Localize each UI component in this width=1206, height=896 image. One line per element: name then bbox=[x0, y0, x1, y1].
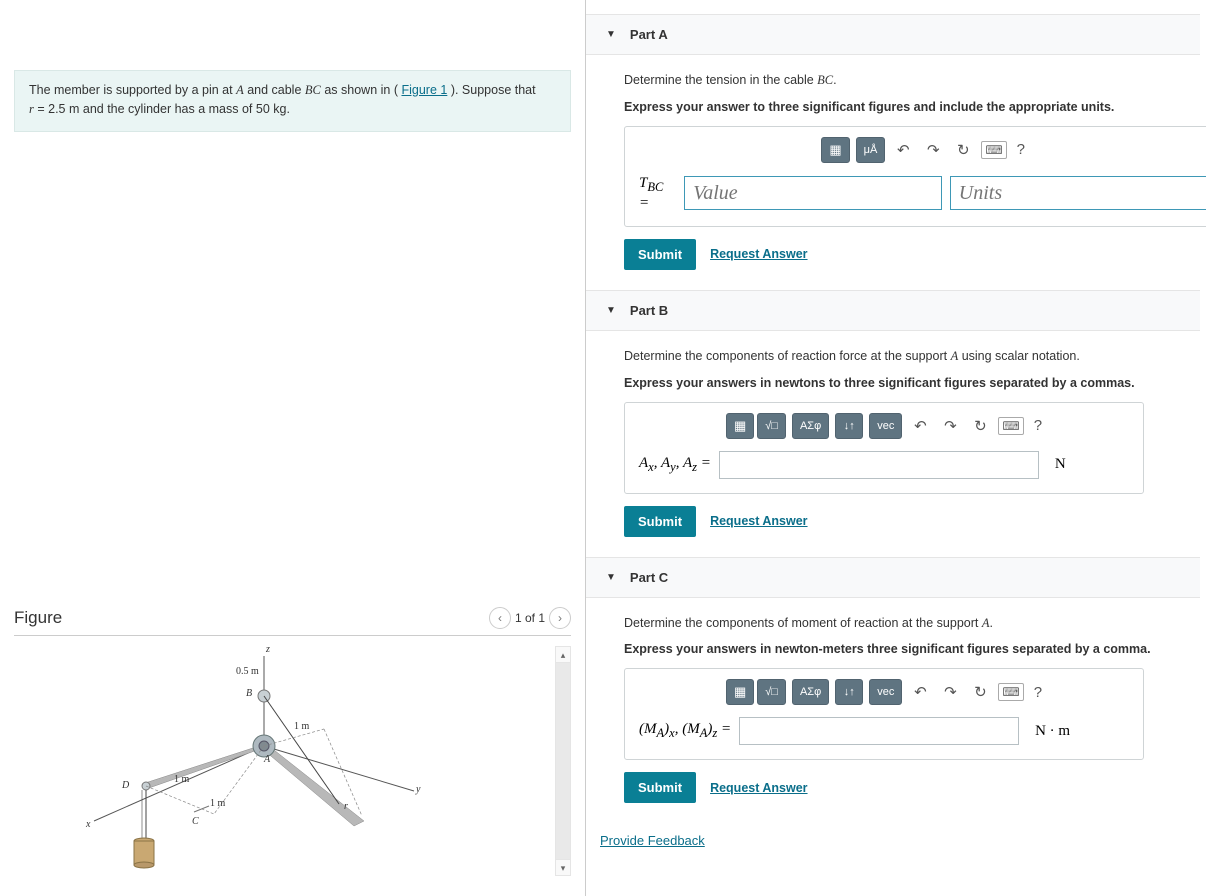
scroll-up-icon[interactable]: ▴ bbox=[556, 647, 570, 663]
part-b-unit: N bbox=[1055, 456, 1066, 473]
reset-icon[interactable]: ↻ bbox=[968, 680, 992, 704]
vec-button[interactable]: vec bbox=[869, 413, 902, 439]
figure-prev-button[interactable]: ‹ bbox=[489, 607, 511, 629]
part-a-value-input[interactable] bbox=[684, 176, 942, 210]
point-b: B bbox=[246, 688, 252, 699]
part-b-header[interactable]: ▼ Part B bbox=[586, 290, 1200, 331]
part-a-submit-button[interactable]: Submit bbox=[624, 239, 696, 270]
part-b-value-input[interactable] bbox=[719, 451, 1039, 479]
keyboard-icon[interactable]: ⌨ bbox=[998, 683, 1023, 701]
point-d: D bbox=[122, 780, 129, 791]
axis-label-z: z bbox=[266, 644, 270, 655]
scroll-down-icon[interactable]: ▾ bbox=[556, 859, 570, 875]
axis-label-x: x bbox=[86, 819, 90, 830]
problem-text-segment: and cable bbox=[247, 83, 305, 97]
keyboard-icon[interactable]: ⌨ bbox=[998, 417, 1023, 435]
part-b-submit-button[interactable]: Submit bbox=[624, 506, 696, 537]
part-b: ▼ Part B Determine the components of rea… bbox=[586, 290, 1200, 543]
dim-half-m: 0.5 m bbox=[236, 666, 259, 677]
reset-icon[interactable]: ↻ bbox=[951, 138, 975, 162]
dim-1m-c: 1 m bbox=[210, 798, 225, 809]
provide-feedback-link[interactable]: Provide Feedback bbox=[600, 833, 705, 848]
point-a: A bbox=[264, 754, 270, 765]
figure-heading: Figure bbox=[14, 608, 62, 628]
part-c-prompt: Determine the components of moment of re… bbox=[624, 614, 1172, 633]
help-icon[interactable]: ? bbox=[1034, 684, 1042, 701]
problem-text-segment: ). Suppose that bbox=[451, 83, 536, 97]
caret-down-icon: ▼ bbox=[606, 305, 616, 316]
dim-r: r bbox=[344, 801, 348, 812]
part-b-var-label: Ax, Ay, Az = bbox=[639, 455, 711, 475]
part-c-unit: N · m bbox=[1035, 723, 1070, 740]
sub-sup-button[interactable]: ↓↑ bbox=[835, 413, 863, 439]
part-a-header[interactable]: ▼ Part A bbox=[586, 14, 1200, 55]
figure-diagram: z 0.5 m B 1 m D 1 m A 1 m y x C r bbox=[64, 646, 464, 876]
part-c-title: Part C bbox=[630, 570, 668, 585]
redo-icon[interactable]: ↷ bbox=[938, 414, 962, 438]
greek-menu-button[interactable]: ΑΣφ bbox=[792, 413, 829, 439]
part-c: ▼ Part C Determine the components of mom… bbox=[586, 557, 1200, 810]
vec-button[interactable]: vec bbox=[869, 679, 902, 705]
dim-1m-b: 1 m bbox=[174, 774, 189, 785]
part-b-instructions: Express your answers in newtons to three… bbox=[624, 376, 1172, 390]
problem-text-segment: The member is supported by a pin at bbox=[29, 83, 236, 97]
part-a-answerbox: μÅ ↶ ↷ ↻ ⌨ ? TBC = bbox=[624, 126, 1206, 227]
help-icon[interactable]: ? bbox=[1034, 417, 1042, 434]
part-a-request-answer-link[interactable]: Request Answer bbox=[710, 247, 807, 261]
part-a-var-label: TBC = bbox=[639, 175, 676, 212]
figure-nav-text: 1 of 1 bbox=[515, 611, 545, 625]
part-c-var-label: (MA)x, (MA)z = bbox=[639, 721, 731, 741]
part-a: ▼ Part A Determine the tension in the ca… bbox=[586, 14, 1200, 276]
axis-label-y: y bbox=[416, 784, 420, 795]
units-menu-button[interactable]: μÅ bbox=[856, 137, 886, 163]
dim-1m-a: 1 m bbox=[294, 721, 309, 732]
sqrt-icon[interactable]: √□ bbox=[757, 413, 786, 439]
redo-icon[interactable]: ↷ bbox=[921, 138, 945, 162]
reset-icon[interactable]: ↻ bbox=[968, 414, 992, 438]
figure-scrollbar[interactable]: ▴ ▾ bbox=[555, 646, 571, 876]
part-a-prompt: Determine the tension in the cable BC. bbox=[624, 71, 1172, 90]
templates-icon[interactable] bbox=[726, 679, 754, 705]
caret-down-icon: ▼ bbox=[606, 29, 616, 40]
figure-next-button[interactable]: › bbox=[549, 607, 571, 629]
redo-icon[interactable]: ↷ bbox=[938, 680, 962, 704]
part-a-units-input[interactable] bbox=[950, 176, 1206, 210]
figure-link[interactable]: Figure 1 bbox=[401, 83, 447, 97]
undo-icon[interactable]: ↶ bbox=[891, 138, 915, 162]
part-b-request-answer-link[interactable]: Request Answer bbox=[710, 514, 807, 528]
part-b-title: Part B bbox=[630, 303, 668, 318]
part-c-value-input[interactable] bbox=[739, 717, 1019, 745]
part-c-instructions: Express your answers in newton-meters th… bbox=[624, 642, 1172, 656]
part-c-submit-button[interactable]: Submit bbox=[624, 772, 696, 803]
templates-icon[interactable] bbox=[726, 413, 754, 439]
sub-sup-button[interactable]: ↓↑ bbox=[835, 679, 863, 705]
part-b-answerbox: √□ ΑΣφ ↓↑ vec ↶ ↷ ↻ ⌨ ? Ax, Ay, Az = bbox=[624, 402, 1144, 494]
undo-icon[interactable]: ↶ bbox=[908, 414, 932, 438]
greek-menu-button[interactable]: ΑΣφ bbox=[792, 679, 829, 705]
figure-nav: ‹ 1 of 1 › bbox=[489, 607, 571, 629]
part-c-answerbox: √□ ΑΣφ ↓↑ vec ↶ ↷ ↻ ⌨ ? (MA)x, (MA)z = bbox=[624, 668, 1144, 760]
problem-text-segment: as shown in ( bbox=[324, 83, 398, 97]
part-b-prompt: Determine the components of reaction for… bbox=[624, 347, 1172, 366]
problem-text-segment: = 2.5 m and the cylinder has a mass of 5… bbox=[37, 102, 290, 116]
problem-statement: The member is supported by a pin at A an… bbox=[14, 70, 571, 132]
var-a: A bbox=[236, 83, 244, 97]
part-a-title: Part A bbox=[630, 27, 668, 42]
keyboard-icon[interactable]: ⌨ bbox=[981, 141, 1006, 159]
sqrt-icon[interactable]: √□ bbox=[757, 679, 786, 705]
part-a-instructions: Express your answer to three significant… bbox=[624, 100, 1172, 114]
scroll-thumb[interactable] bbox=[556, 663, 570, 859]
part-c-request-answer-link[interactable]: Request Answer bbox=[710, 781, 807, 795]
var-bc: BC bbox=[305, 83, 321, 97]
caret-down-icon: ▼ bbox=[606, 572, 616, 583]
var-r: r bbox=[29, 102, 34, 116]
point-c: C bbox=[192, 816, 199, 827]
undo-icon[interactable]: ↶ bbox=[908, 680, 932, 704]
help-icon[interactable]: ? bbox=[1017, 141, 1025, 158]
templates-icon[interactable] bbox=[821, 137, 849, 163]
part-c-header[interactable]: ▼ Part C bbox=[586, 557, 1200, 598]
